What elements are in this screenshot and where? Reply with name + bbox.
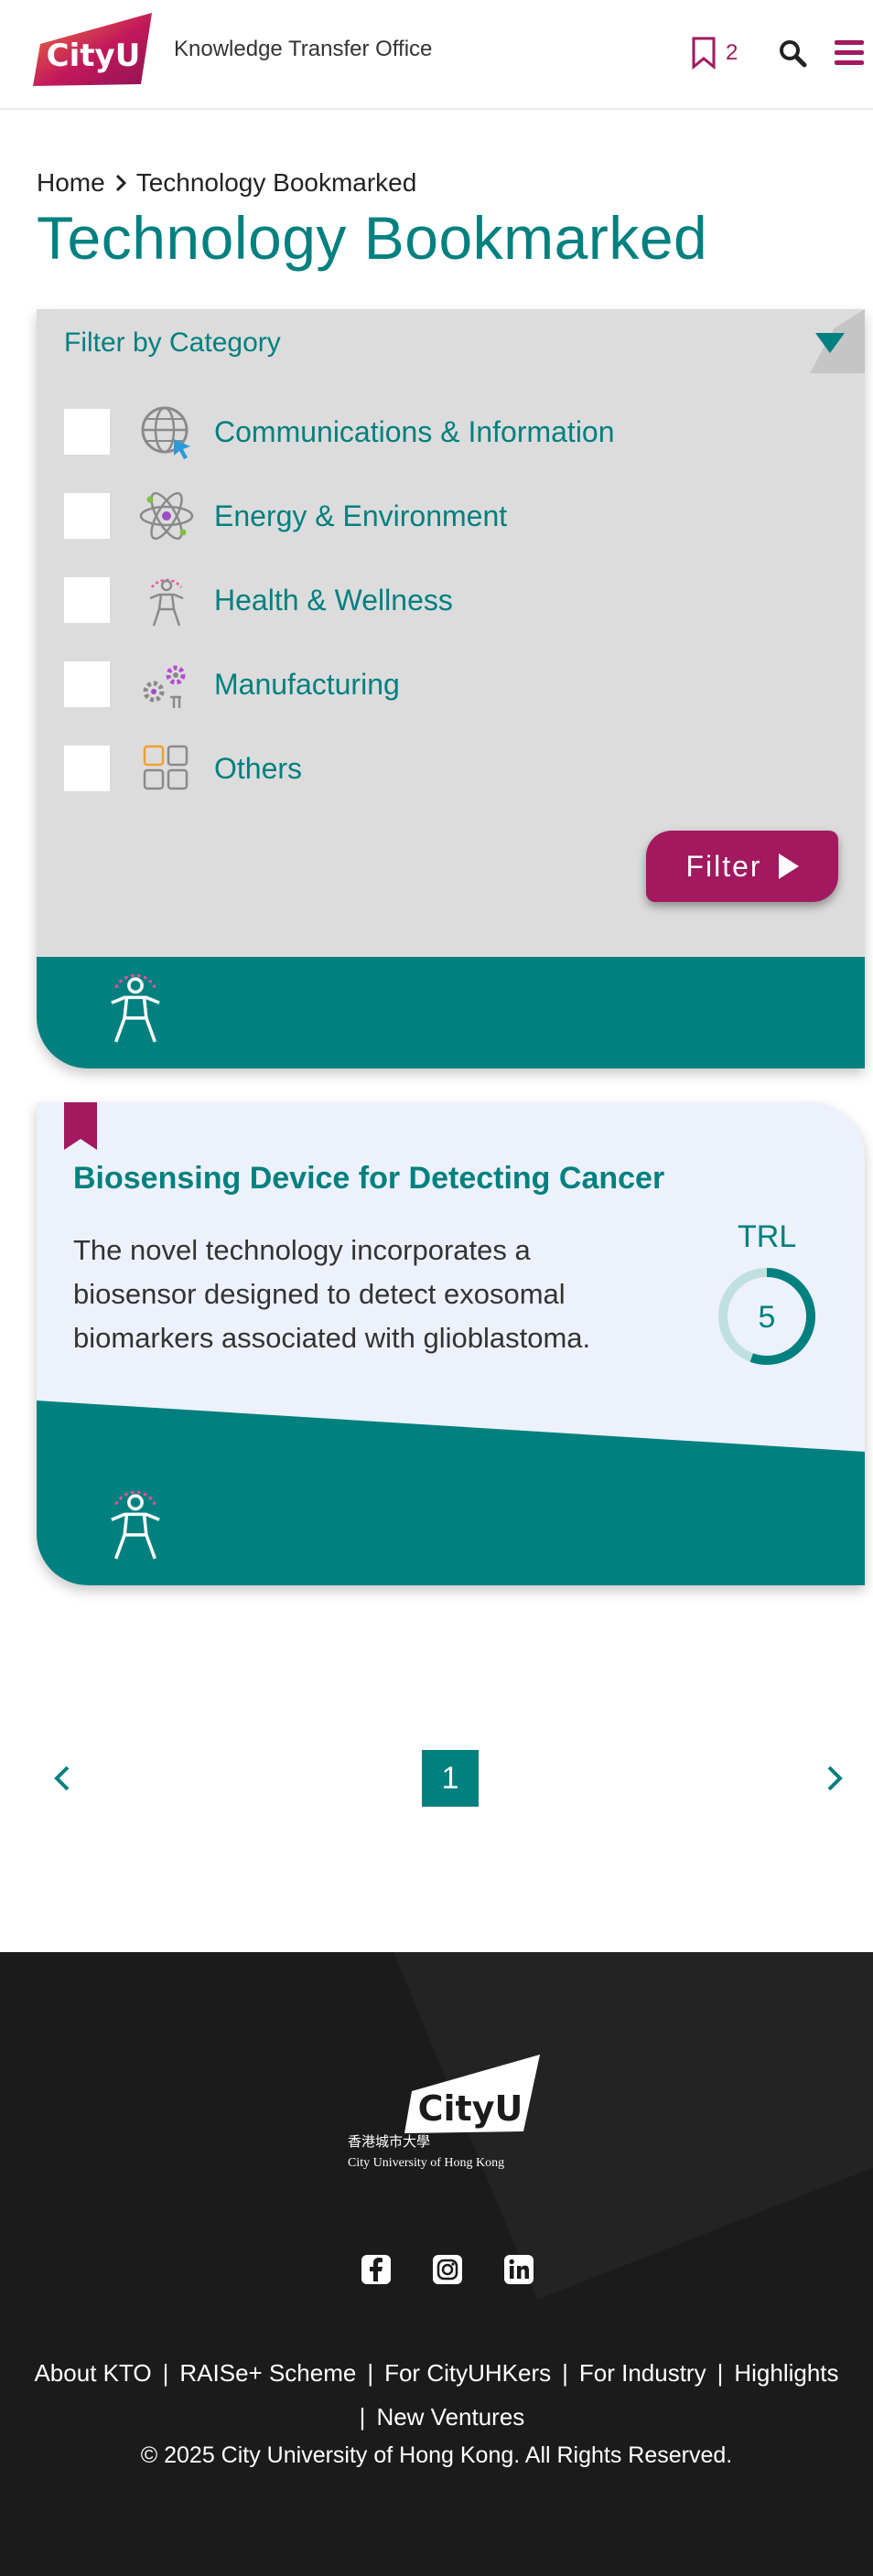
technology-title[interactable]: Biosensing Device for Detecting Cancer bbox=[73, 1161, 664, 1197]
technology-card[interactable]: Biosensing Device for Detecting Cancer T… bbox=[37, 1102, 865, 1585]
play-arrow-icon bbox=[778, 853, 799, 879]
filter-panel-footer-band bbox=[37, 957, 865, 1068]
page-title: Technology Bookmarked bbox=[37, 204, 708, 272]
chevron-right-icon bbox=[115, 174, 126, 192]
filter-collapse-toggle-icon[interactable] bbox=[815, 333, 845, 353]
bookmark-count: 2 bbox=[726, 40, 738, 65]
category-label-manufacturing[interactable]: Manufacturing bbox=[214, 668, 400, 702]
linkedin-icon[interactable] bbox=[503, 2254, 534, 2285]
facebook-icon[interactable] bbox=[361, 2254, 392, 2285]
bookmarks-button[interactable]: 2 bbox=[691, 35, 738, 71]
category-row-health[interactable]: Health & Wellness bbox=[64, 573, 453, 628]
breadcrumb-home-link[interactable]: Home bbox=[37, 168, 105, 198]
category-row-others[interactable]: Others bbox=[64, 741, 302, 796]
bookmark-filled-icon[interactable] bbox=[64, 1102, 97, 1150]
svg-text:香港城市大學: 香港城市大學 bbox=[348, 2133, 430, 2150]
site-title: Knowledge Transfer Office bbox=[174, 37, 433, 61]
pagination-prev-icon[interactable] bbox=[51, 1762, 73, 1795]
footer-link-highlights[interactable]: Highlights bbox=[734, 2359, 838, 2387]
pagination-page-current[interactable]: 1 bbox=[422, 1750, 479, 1807]
cityu-logo[interactable]: CityU bbox=[33, 13, 161, 88]
menu-icon[interactable] bbox=[835, 40, 864, 66]
footer-link-for-cityuhkers[interactable]: For CityUHKers bbox=[384, 2359, 551, 2387]
card-footer-band bbox=[37, 1401, 865, 1585]
bookmark-icon bbox=[692, 37, 716, 70]
category-label-others[interactable]: Others bbox=[214, 752, 302, 786]
category-checkbox-communications[interactable] bbox=[64, 409, 110, 455]
technology-description: The novel technology incorporates a bios… bbox=[73, 1234, 591, 1354]
category-row-communications[interactable]: Communications & Information bbox=[64, 404, 615, 459]
trl-value: 5 bbox=[759, 1300, 776, 1335]
instagram-icon[interactable] bbox=[432, 2254, 463, 2285]
search-icon[interactable] bbox=[778, 38, 807, 68]
atom-icon bbox=[139, 491, 194, 541]
trl-label: TRL bbox=[738, 1219, 797, 1254]
grid-icon bbox=[143, 745, 189, 790]
site-footer: CityU 香港城市大學 City University of Hong Kon… bbox=[0, 1952, 873, 2576]
footer-links: About KTO | RAISe+ Scheme | For CityUHKers | F… bbox=[34, 2359, 839, 2431]
category-label-health[interactable]: Health & Wellness bbox=[214, 584, 453, 617]
category-checkbox-manufacturing[interactable] bbox=[64, 661, 110, 707]
category-row-manufacturing[interactable]: Manufacturing bbox=[64, 657, 400, 712]
filter-header[interactable]: Filter by Category bbox=[64, 327, 281, 359]
copyright: © 2025 City University of Hong Kong. All… bbox=[140, 2442, 733, 2468]
gears-icon bbox=[143, 665, 186, 708]
filter-button-label: Filter bbox=[685, 849, 762, 883]
category-row-energy[interactable]: Energy & Environment bbox=[64, 488, 507, 543]
pagination-next-icon[interactable] bbox=[824, 1762, 846, 1795]
category-checkbox-others[interactable] bbox=[64, 746, 110, 791]
filter-panel: Filter by Category Communications & Info… bbox=[37, 309, 865, 1068]
footer-link-raise-scheme[interactable]: RAISe+ Scheme bbox=[179, 2359, 356, 2387]
category-checkbox-health[interactable] bbox=[64, 577, 110, 623]
filter-button[interactable]: Filter bbox=[646, 831, 838, 902]
health-person-icon bbox=[111, 1490, 160, 1560]
footer-link-new-ventures[interactable]: New Ventures bbox=[376, 2403, 524, 2431]
breadcrumb: Home Technology Bookmarked bbox=[37, 168, 416, 198]
footer-link-for-industry[interactable]: For Industry bbox=[579, 2359, 706, 2387]
category-checkbox-energy[interactable] bbox=[64, 493, 110, 539]
breadcrumb-current: Technology Bookmarked bbox=[135, 168, 417, 197]
svg-text:CityU: CityU bbox=[47, 38, 141, 74]
category-label-energy[interactable]: Energy & Environment bbox=[214, 499, 507, 533]
footer-cityu-logo[interactable]: CityU 香港城市大學 City University of Hong Kon… bbox=[348, 2055, 553, 2174]
footer-link-about-kto[interactable]: About KTO bbox=[34, 2359, 151, 2387]
site-header: CityU Knowledge Transfer Office 2 bbox=[0, 0, 873, 110]
category-label-communications[interactable]: Communications & Information bbox=[214, 415, 615, 449]
svg-text:CityU: CityU bbox=[418, 2088, 523, 2129]
globe-icon bbox=[141, 406, 190, 459]
health-person-icon bbox=[111, 973, 160, 1043]
svg-text:City University of Hong Kong: City University of Hong Kong bbox=[348, 2156, 504, 2170]
health-person-icon bbox=[149, 578, 184, 627]
trl-gauge: 5 bbox=[718, 1268, 815, 1365]
